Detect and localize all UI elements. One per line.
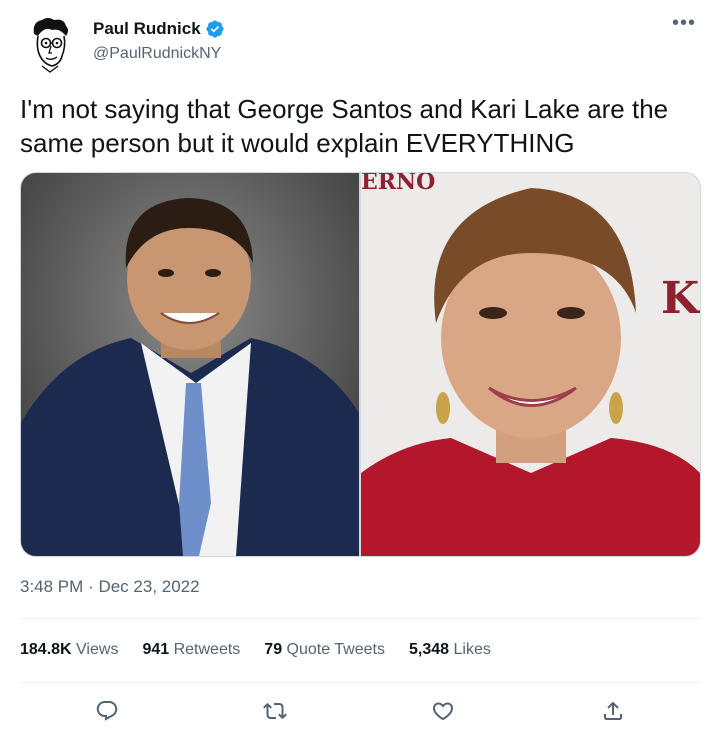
photo-kari-lake[interactable]: ERNO K. (361, 173, 700, 556)
quotes-count: 79 (264, 641, 283, 658)
divider (20, 682, 699, 683)
quote-tweets-stat[interactable]: 79 Quote Tweets (264, 641, 385, 659)
photo-george-santos[interactable] (21, 173, 359, 556)
author-handle[interactable]: @PaulRudnickNY (93, 45, 221, 63)
likes-label: Likes (453, 641, 491, 658)
likes-count: 5,348 (408, 641, 450, 658)
reply-icon (96, 701, 118, 721)
tweet-media[interactable]: ERNO K. (20, 172, 701, 557)
likes-stat[interactable]: 5,348 Likes (409, 641, 491, 659)
like-button[interactable] (428, 696, 458, 726)
share-icon (604, 701, 622, 720)
backdrop-text-top: ERNO (361, 173, 435, 195)
views-stat[interactable]: 184.8K Views (20, 641, 118, 659)
retweets-count: 941 (142, 641, 170, 658)
man-portrait-image (21, 173, 359, 556)
engagement-stats: 184.8K Views 941 Retweets 79 Quote Tweet… (20, 641, 515, 659)
verified-badge-icon (206, 20, 224, 38)
views-label: Views (76, 641, 119, 658)
tweet: Paul Rudnick @PaulRudnickNY ••• I'm not … (0, 0, 718, 739)
avatar-caricature-icon (20, 14, 80, 74)
action-bar (0, 694, 718, 728)
divider (20, 618, 699, 619)
retweet-icon (263, 702, 287, 720)
woman-portrait-image: ERNO K. (361, 173, 700, 556)
tweet-text: I'm not saying that George Santos and Ka… (20, 94, 669, 158)
retweet-button[interactable] (260, 696, 290, 726)
tweet-time[interactable]: 3:48 PM (20, 577, 83, 596)
tweet-date[interactable]: Dec 23, 2022 (98, 577, 199, 596)
timestamp-separator: · (88, 577, 94, 596)
author-name[interactable]: Paul Rudnick (93, 19, 201, 39)
quotes-label: Quote Tweets (286, 641, 385, 658)
reply-button[interactable] (92, 696, 122, 726)
views-count: 184.8K (20, 641, 72, 658)
retweets-stat[interactable]: 941 Retweets (142, 641, 240, 659)
share-button[interactable] (598, 696, 628, 726)
more-options-icon[interactable]: ••• (672, 13, 696, 33)
backdrop-text-right: K. (661, 273, 700, 324)
author-name-row: Paul Rudnick (93, 19, 225, 39)
retweets-label: Retweets (173, 641, 241, 658)
tweet-timestamp: 3:48 PM · Dec 23, 2022 (20, 577, 200, 597)
avatar[interactable] (20, 14, 80, 74)
like-icon (432, 702, 454, 721)
